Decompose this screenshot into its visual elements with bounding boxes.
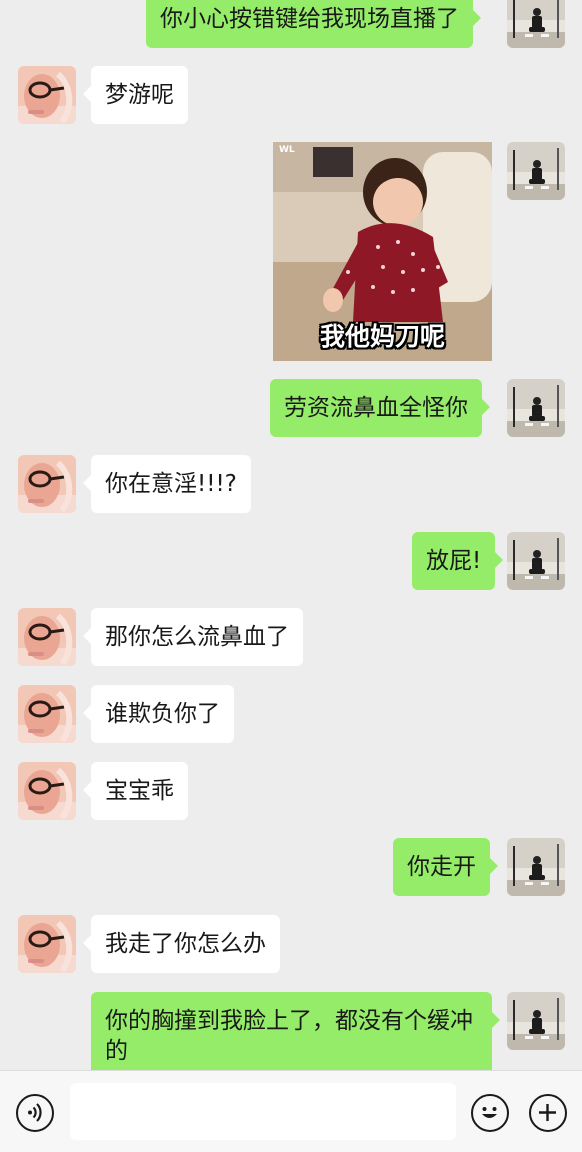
message-outgoing[interactable]: 劳资流鼻血全怪你 — [270, 379, 490, 437]
contact-avatar[interactable] — [18, 915, 76, 973]
message-incoming[interactable]: 宝宝乖 — [83, 762, 188, 820]
my-avatar[interactable] — [507, 532, 565, 590]
emoji-icon — [482, 1107, 497, 1118]
my-avatar[interactable] — [507, 142, 565, 200]
my-avatar[interactable] — [507, 992, 565, 1050]
message-incoming[interactable]: 梦游呢 — [83, 66, 188, 124]
message-incoming[interactable]: 你在意淫!!!? — [83, 455, 251, 513]
message-outgoing[interactable]: 你小心按错键给我现场直播了 — [146, 0, 481, 48]
contact-avatar[interactable] — [18, 455, 76, 513]
message-outgoing[interactable]: 放屁! — [412, 532, 504, 590]
message-outgoing[interactable]: 你走开 — [393, 838, 498, 896]
plus-icon — [539, 1104, 556, 1121]
message-incoming[interactable]: 我走了你怎么办 — [83, 915, 280, 973]
sticker-message[interactable]: WL 我他妈刀呢 — [273, 142, 492, 361]
my-avatar[interactable] — [507, 379, 565, 437]
my-avatar[interactable] — [507, 838, 565, 896]
message-outgoing[interactable]: 你的胸撞到我脸上了，都没有个缓冲的 — [91, 992, 500, 1070]
voice-icon — [28, 1103, 42, 1122]
contact-avatar[interactable] — [18, 685, 76, 743]
input-bar — [0, 1070, 582, 1152]
emoji-button[interactable] — [471, 1094, 509, 1132]
my-avatar[interactable] — [507, 0, 565, 48]
message-incoming[interactable]: 谁欺负你了 — [83, 685, 234, 743]
sticker-caption: 我他妈刀呢 — [319, 322, 445, 351]
plus-button[interactable] — [529, 1094, 567, 1132]
message-input[interactable] — [70, 1083, 456, 1140]
chat-area[interactable]: 你小心按错键给我现场直播了 梦游呢 WL 我他妈刀呢 劳资流鼻血全怪你 你在意淫… — [0, 0, 582, 1070]
message-incoming[interactable]: 那你怎么流鼻血了 — [83, 608, 303, 666]
contact-avatar[interactable] — [18, 762, 76, 820]
contact-avatar[interactable] — [18, 608, 76, 666]
sticker-watermark: WL — [279, 145, 295, 155]
contact-avatar[interactable] — [18, 66, 76, 124]
voice-button[interactable] — [16, 1094, 54, 1132]
